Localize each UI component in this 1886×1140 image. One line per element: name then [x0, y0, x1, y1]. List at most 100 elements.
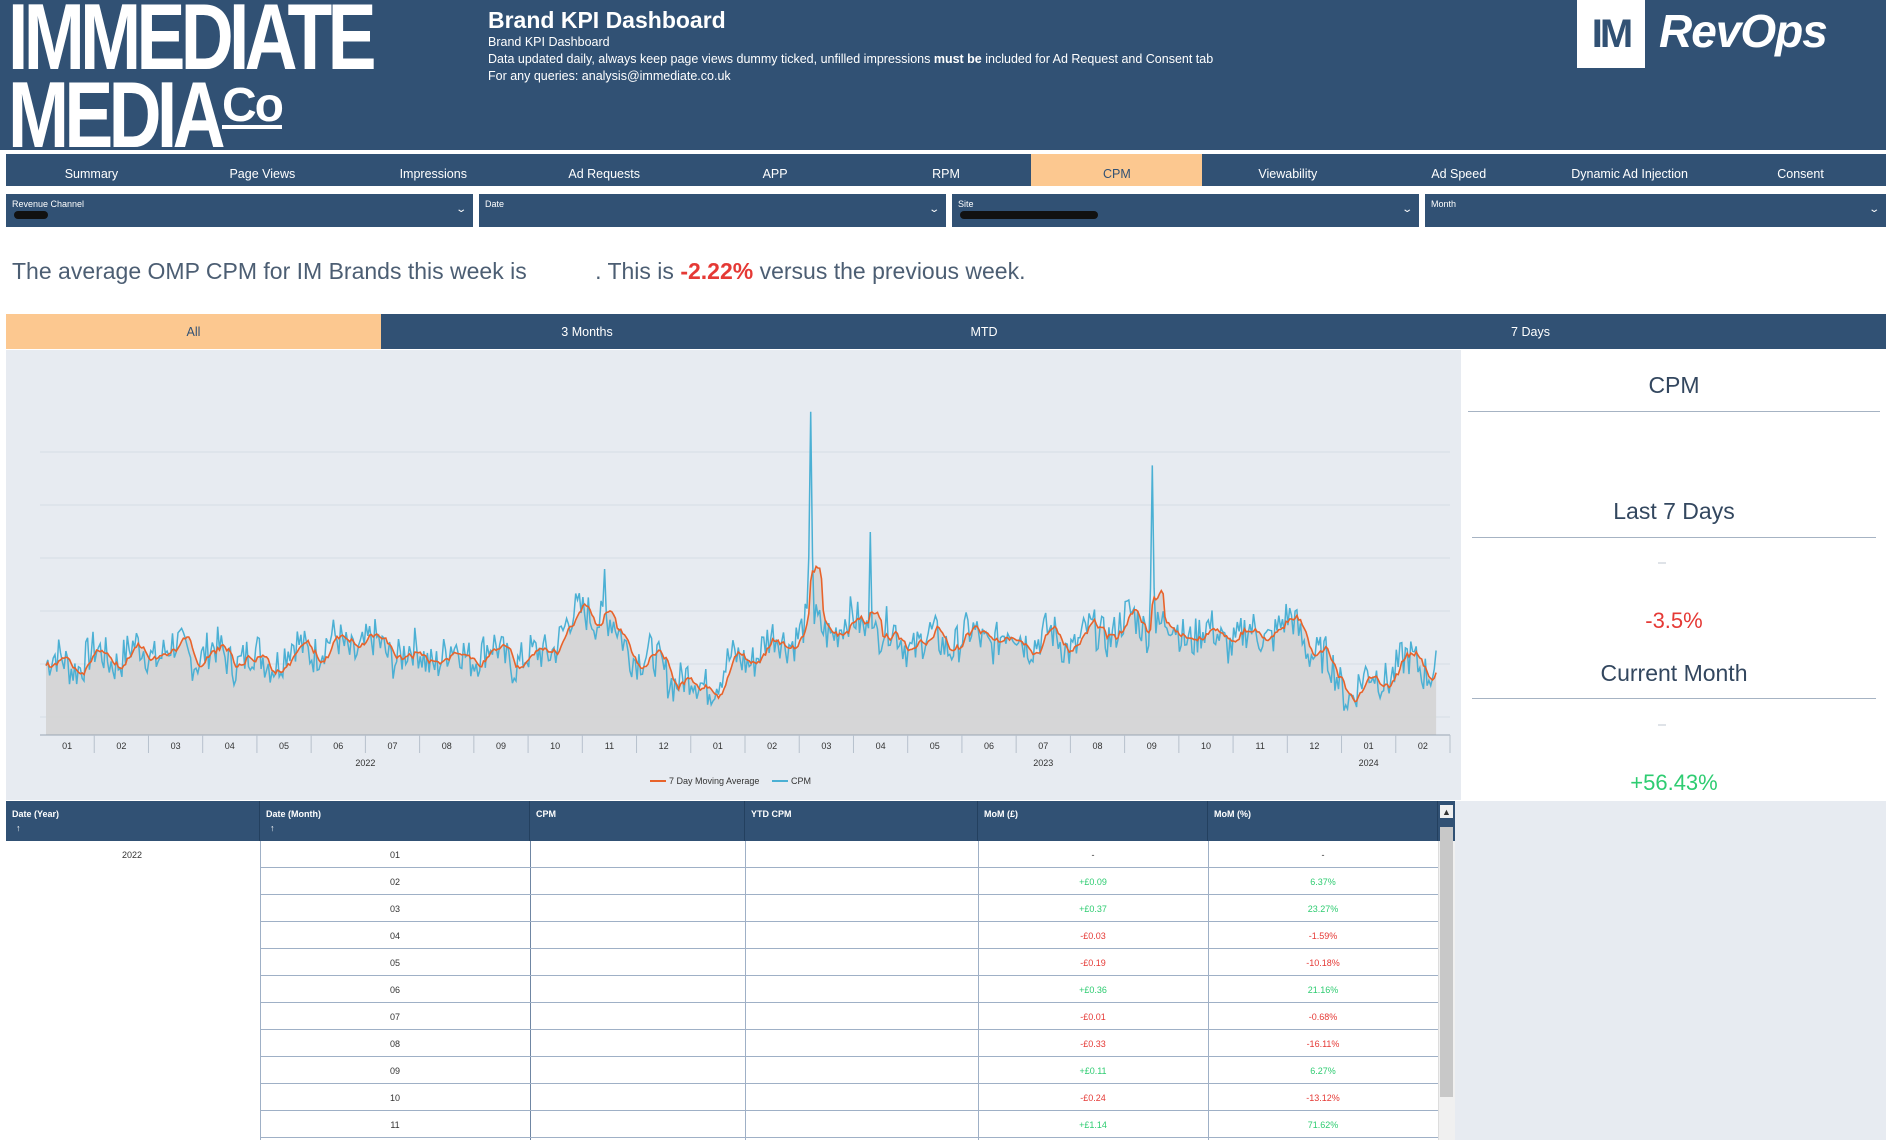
revenue-channel-filter[interactable]: Revenue Channel ⌄ — [6, 194, 473, 227]
mom-gbp-cell: -£0.19 — [1080, 957, 1106, 968]
summary-part1: The average OMP CPM for IM Brands this w… — [12, 258, 534, 284]
x-tick-label: 11 — [1256, 741, 1265, 751]
revops-logo-text: RevOps — [1659, 5, 1828, 57]
period-tab-7-days[interactable]: 7 Days — [1175, 314, 1886, 349]
tab-viewability[interactable]: Viewability — [1202, 154, 1373, 186]
tab-summary[interactable]: Summary — [6, 154, 177, 186]
tab-app[interactable]: APP — [690, 154, 861, 186]
chevron-down-icon: ⌄ — [454, 204, 467, 215]
month-cell: 11 — [390, 1119, 400, 1130]
mom-gbp-cell: -£0.33 — [1080, 1038, 1106, 1049]
table-row: 05 -£0.19 -10.18% — [260, 949, 1438, 976]
last7-change: -3.5% — [1645, 608, 1703, 633]
period-tab-mtd[interactable]: MTD — [793, 314, 1175, 349]
table-row: 04 -£0.03 -1.59% — [260, 922, 1438, 949]
mom-pct-cell: -13.12% — [1306, 1092, 1340, 1103]
column-header-mom-pct[interactable]: MoM (%) — [1208, 801, 1438, 841]
month-cell: 05 — [389, 957, 400, 968]
mom-pct-cell: 71.62% — [1307, 1119, 1339, 1130]
ytd-cpm-cell — [745, 895, 978, 922]
table-row: 02 +£0.09 6.37% — [260, 868, 1438, 895]
divider — [1472, 537, 1876, 538]
cpm-cell — [530, 976, 745, 1003]
month-filter[interactable]: Month ⌄ — [1425, 194, 1886, 227]
x-year-label: 2024 — [1359, 758, 1379, 768]
x-tick-label: 05 — [279, 741, 289, 751]
period-tab-3-months[interactable]: 3 Months — [381, 314, 793, 349]
cpm-cell — [530, 1057, 745, 1084]
ytd-cpm-cell — [745, 1057, 978, 1084]
column-header-month[interactable]: Date (Month) ↑ — [260, 801, 530, 841]
x-tick-label: 01 — [1364, 741, 1374, 751]
chevron-down-icon: ⌄ — [1400, 204, 1413, 215]
ytd-cpm-cell — [745, 922, 978, 949]
ytd-cpm-cell — [745, 1003, 978, 1030]
tab-cpm[interactable]: CPM — [1031, 154, 1203, 186]
tab-dynamic-ad-injection[interactable]: Dynamic Ad Injection — [1544, 154, 1715, 186]
main-nav: Summary Page Views Impressions Ad Requests A… — [6, 154, 1886, 186]
kpi-title: CPM — [1648, 372, 1700, 398]
mom-pct-cell: -16.11% — [1306, 1038, 1340, 1049]
x-year-label: 2023 — [1033, 758, 1053, 768]
x-tick-label: 06 — [333, 741, 343, 751]
chevron-down-icon: ⌄ — [927, 204, 940, 215]
legend-label-cpm: CPM — [791, 776, 811, 786]
x-tick-label: 12 — [659, 741, 669, 751]
x-tick-label: 05 — [930, 741, 940, 751]
header: IMMEDIATE MEDIA Co Brand KPI Dashboard B… — [0, 0, 1886, 162]
redacted-value — [14, 211, 48, 219]
column-header-year[interactable]: Date (Year) ↑ — [6, 801, 260, 841]
x-tick-label: 02 — [767, 741, 777, 751]
tab-ad-speed[interactable]: Ad Speed — [1373, 154, 1544, 186]
x-tick-label: 03 — [171, 741, 181, 751]
scroll-up-icon[interactable]: ▲ — [1440, 805, 1453, 818]
x-tick-label: 11 — [605, 741, 614, 751]
x-tick-label: 01 — [713, 741, 723, 751]
tab-rpm[interactable]: RPM — [861, 154, 1032, 186]
scrollbar-thumb[interactable] — [1440, 827, 1453, 1097]
x-tick-label: 06 — [984, 741, 994, 751]
x-tick-label: 02 — [116, 741, 126, 751]
column-header-label: CPM — [536, 809, 556, 819]
logo-co: Co — [222, 79, 284, 132]
chevron-down-icon: ⌄ — [1867, 204, 1880, 215]
ytd-cpm-cell — [745, 976, 978, 1003]
tab-consent[interactable]: Consent — [1715, 154, 1886, 186]
update-note-part2: included for Ad Request and Consent tab — [981, 52, 1214, 66]
cpm-cell — [530, 1084, 745, 1111]
month-cell: 06 — [389, 984, 400, 995]
year-cell: 2022 — [6, 841, 260, 1140]
month-cell: 10 — [389, 1092, 400, 1103]
mom-pct-cell: -0.68% — [1308, 1011, 1338, 1022]
mom-gbp-cell: - — [1091, 849, 1095, 860]
mom-gbp-cell: +£1.14 — [1079, 1119, 1107, 1130]
filter-label: Site — [958, 199, 974, 209]
column-header-label: MoM (£) — [984, 809, 1018, 819]
mom-pct-cell: 6.27% — [1310, 1065, 1336, 1076]
date-filter[interactable]: Date ⌄ — [479, 194, 946, 227]
x-year-label: 2022 — [355, 758, 375, 768]
x-tick-label: 07 — [387, 741, 397, 751]
tab-page-views[interactable]: Page Views — [177, 154, 348, 186]
tab-impressions[interactable]: Impressions — [348, 154, 519, 186]
cpm-cell — [530, 868, 745, 895]
column-header-label: MoM (%) — [1214, 809, 1251, 819]
column-header-cpm[interactable]: CPM — [530, 801, 745, 841]
tab-ad-requests[interactable]: Ad Requests — [519, 154, 690, 186]
cpm-cell — [530, 949, 745, 976]
cpm-cell — [530, 922, 745, 949]
column-header-mom-gbp[interactable]: MoM (£) — [978, 801, 1208, 841]
legend-label-moving-average: 7 Day Moving Average — [669, 776, 759, 786]
summary-part2: . This is — [595, 258, 681, 284]
period-tab-all[interactable]: All — [6, 314, 381, 349]
current-month-label: Current Month — [1600, 660, 1748, 686]
table-row: 03 +£0.37 23.27% — [260, 895, 1438, 922]
update-note-bold: must be — [933, 52, 982, 66]
cpm-cell — [530, 1030, 745, 1057]
site-filter[interactable]: Site ⌄ — [952, 194, 1419, 227]
update-note-part1: Data updated daily, always keep page vie… — [488, 52, 934, 66]
page-title: Brand KPI Dashboard — [488, 7, 726, 33]
x-tick-label: 03 — [821, 741, 831, 751]
column-header-ytd-cpm[interactable]: YTD CPM — [745, 801, 978, 841]
x-tick-label: 10 — [1201, 741, 1211, 751]
